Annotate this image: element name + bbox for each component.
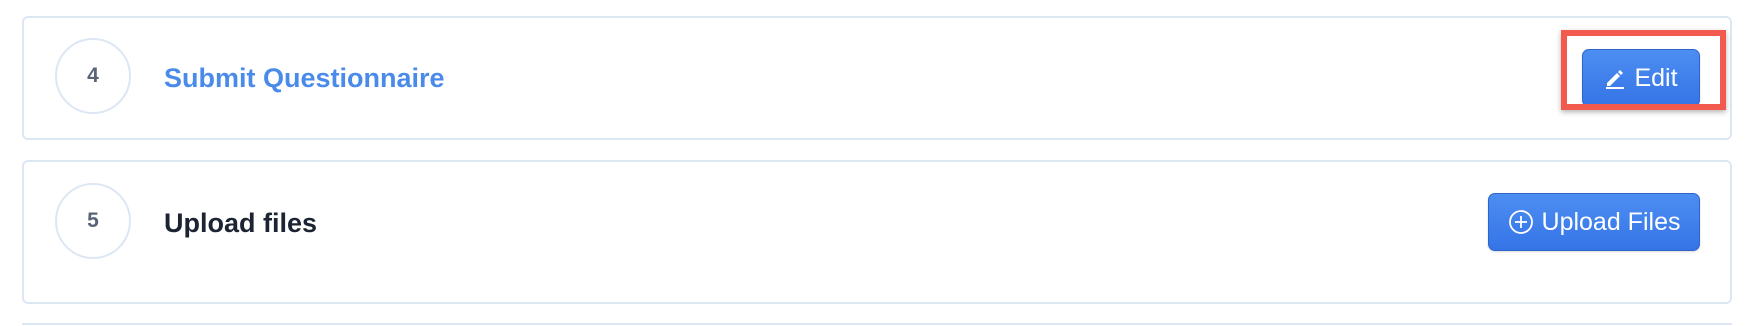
edit-button-label: Edit	[1634, 63, 1678, 92]
upload-files-button[interactable]: Upload Files	[1488, 193, 1700, 251]
plus-circle-icon	[1508, 209, 1534, 235]
step-card-upload-files: 5 Upload files Upload Files	[22, 160, 1732, 304]
edit-button[interactable]: Edit	[1582, 49, 1700, 107]
pencil-icon	[1604, 67, 1626, 89]
step-number-badge: 4	[55, 38, 131, 114]
next-card-top-border	[22, 323, 1732, 325]
step-title-link[interactable]: Submit Questionnaire	[164, 61, 445, 95]
steps-page: 4 Submit Questionnaire Edit 5 Upload fil…	[0, 0, 1750, 326]
step-number-badge: 5	[55, 183, 131, 259]
upload-files-button-label: Upload Files	[1541, 207, 1681, 236]
step-card-submit-questionnaire: 4 Submit Questionnaire Edit	[22, 16, 1732, 140]
step-title: Upload files	[164, 208, 318, 238]
